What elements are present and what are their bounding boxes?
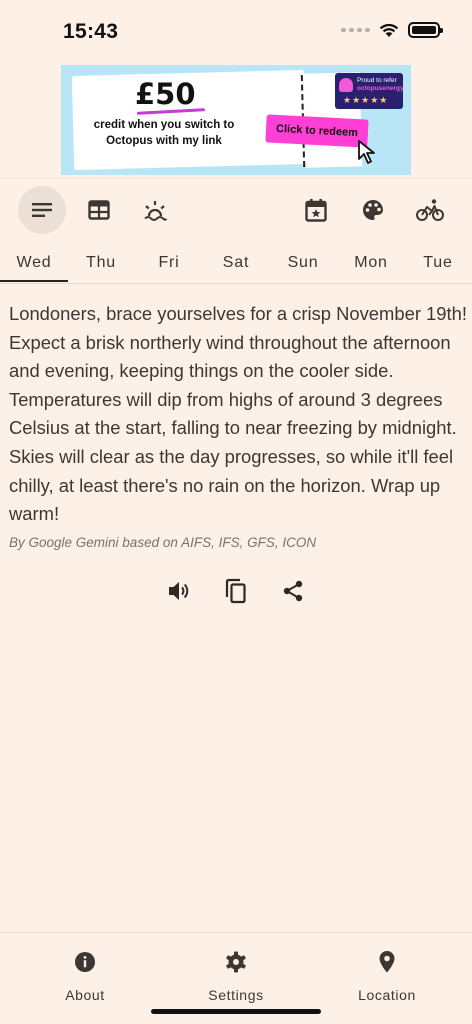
speaker-icon bbox=[169, 582, 189, 600]
tab-thu[interactable]: Thu bbox=[67, 254, 135, 272]
copy-icon bbox=[225, 578, 246, 604]
ad-text: credit when you switch to Octopus with m… bbox=[93, 119, 235, 147]
octopus-logo-icon bbox=[339, 78, 353, 92]
theme-button[interactable] bbox=[349, 186, 397, 234]
tab-tue[interactable]: Tue bbox=[404, 254, 472, 272]
ad-banner[interactable]: £50 credit when you switch to Octopus wi… bbox=[61, 65, 411, 175]
tab-sun[interactable]: Sun bbox=[269, 254, 337, 272]
ad-amount: £50 bbox=[135, 77, 196, 111]
summary-icon bbox=[32, 203, 52, 217]
nav-settings[interactable]: Settings bbox=[176, 949, 296, 1003]
copy-button[interactable] bbox=[221, 576, 251, 606]
sunrise-icon bbox=[144, 201, 168, 221]
cursor-icon bbox=[358, 140, 375, 164]
nav-about-label: About bbox=[65, 987, 105, 1003]
status-time: 15:43 bbox=[63, 20, 119, 43]
cellular-signal-icon bbox=[341, 28, 370, 32]
share-icon bbox=[283, 580, 303, 602]
day-tabs: Wed Thu Fri Sat Sun Mon Tue bbox=[0, 244, 472, 284]
forecast-actions bbox=[0, 576, 472, 606]
tab-sat[interactable]: Sat bbox=[202, 254, 270, 272]
info-icon bbox=[75, 952, 95, 972]
calendar-star-icon bbox=[305, 199, 327, 222]
active-tab-indicator bbox=[0, 280, 68, 282]
ad-stars: ★★★★★ bbox=[343, 95, 389, 105]
sunrise-view-button[interactable] bbox=[131, 186, 179, 234]
read-aloud-button[interactable] bbox=[164, 576, 194, 606]
calendar-button[interactable] bbox=[292, 186, 340, 234]
nav-settings-label: Settings bbox=[208, 987, 264, 1003]
tab-mon[interactable]: Mon bbox=[337, 254, 405, 272]
nav-location[interactable]: Location bbox=[327, 949, 447, 1003]
share-button[interactable] bbox=[278, 576, 308, 606]
palette-icon bbox=[363, 200, 383, 220]
nav-about[interactable]: About bbox=[25, 949, 145, 1003]
ad-cta-button[interactable]: Click to redeem bbox=[265, 114, 369, 148]
cycling-button[interactable] bbox=[406, 186, 454, 234]
nav-location-label: Location bbox=[358, 987, 416, 1003]
bike-icon bbox=[416, 199, 444, 221]
table-view-button[interactable] bbox=[75, 186, 123, 234]
location-pin-icon bbox=[379, 951, 395, 973]
wifi-icon bbox=[379, 23, 399, 37]
summary-view-button[interactable] bbox=[18, 186, 66, 234]
table-icon bbox=[88, 200, 110, 220]
ad-badge-line1: Proud to refer bbox=[357, 77, 397, 84]
ad-badge-line2: octopusenergy bbox=[357, 85, 404, 92]
gear-icon bbox=[226, 951, 246, 973]
tab-fri[interactable]: Fri bbox=[135, 254, 203, 272]
home-indicator bbox=[151, 1009, 321, 1014]
ad-badge: Proud to refer octopusenergy ★★★★★ bbox=[335, 73, 404, 109]
battery-icon bbox=[408, 22, 443, 38]
tab-wed[interactable]: Wed bbox=[0, 254, 68, 272]
view-toolbar bbox=[0, 178, 472, 242]
forecast-summary: Londoners, brace yourselves for a crisp … bbox=[9, 303, 467, 525]
status-bar: 15:43 bbox=[0, 0, 472, 60]
status-icons bbox=[341, 22, 443, 38]
forecast-attribution: By Google Gemini based on AIFS, IFS, GFS… bbox=[9, 535, 317, 550]
